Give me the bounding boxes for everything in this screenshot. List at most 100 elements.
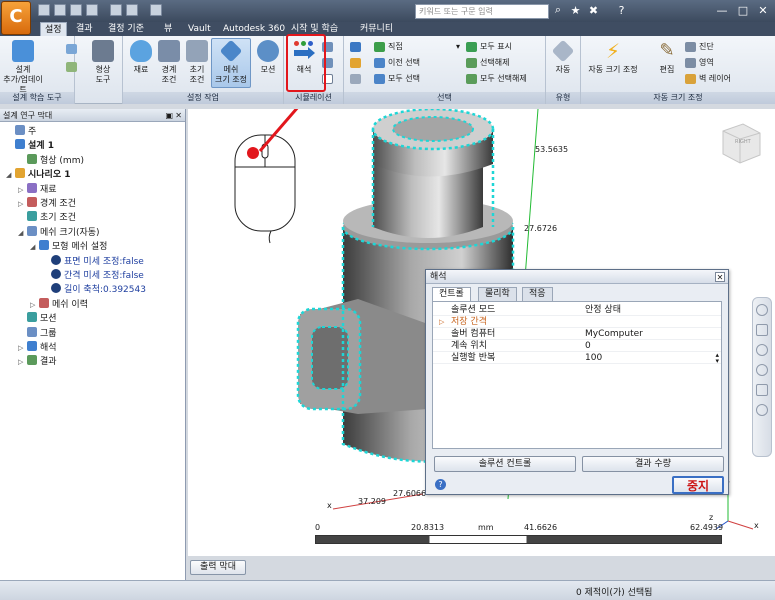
tab-view[interactable]: 뷰	[160, 22, 176, 36]
property-row[interactable]: 솔루션 모드 안정 상태	[433, 304, 721, 316]
region-button[interactable]: 영역	[685, 56, 714, 70]
add-update-design-button[interactable]: 설계 추가/업데이트	[3, 38, 43, 94]
open-file-icon[interactable]	[54, 4, 66, 16]
minimize-button[interactable]: —	[712, 2, 732, 19]
motion-button[interactable]: 모션	[254, 38, 282, 88]
help-icon[interactable]: ?	[435, 479, 446, 490]
wall-layer-button[interactable]: 벽 레이어	[685, 72, 731, 86]
tab-community[interactable]: 커뮤니티	[356, 22, 397, 36]
center-icon[interactable]	[756, 404, 768, 416]
tree-item[interactable]: 설계 1	[6, 139, 54, 153]
pin-icon[interactable]: ▣	[165, 109, 173, 122]
tab-vault[interactable]: Vault	[184, 22, 215, 36]
application-menu-button[interactable]: C	[1, 1, 31, 35]
expand-icon[interactable]: ▷	[439, 316, 444, 328]
mesh-sizing-button[interactable]: 메쉬 크기 조정	[211, 38, 251, 88]
tab-physics[interactable]: 물리학	[478, 287, 517, 301]
tab-results[interactable]: 결과	[72, 22, 97, 36]
auto-type-button[interactable]: 자동	[549, 38, 577, 88]
tree-item[interactable]: 그룹	[18, 326, 57, 341]
search-icon[interactable]: ⌕	[550, 3, 566, 19]
maximize-button[interactable]: □	[733, 2, 753, 19]
undo-icon[interactable]	[110, 4, 122, 16]
exchange-icon[interactable]: ✖	[586, 3, 601, 19]
zoom-icon[interactable]	[756, 344, 768, 356]
select-all-button[interactable]: 모두 선택	[374, 72, 420, 86]
property-row[interactable]: ▷ 저장 간격	[433, 316, 721, 328]
tree-item[interactable]: ▷ 경계 조건	[18, 197, 76, 211]
expand-toggle-icon[interactable]: ◢	[18, 226, 27, 240]
help-icon[interactable]: ?	[614, 3, 629, 19]
tab-decision-center[interactable]: 결정 기준	[104, 22, 148, 36]
save-icon[interactable]	[70, 4, 82, 16]
tree-node-icon	[51, 283, 61, 294]
tree-item[interactable]: ▷ 메쉬 이력	[30, 297, 88, 312]
highlight-box	[286, 34, 326, 92]
previous-select-button[interactable]: 이전 선택	[374, 56, 420, 70]
property-row[interactable]: 계속 위치 0	[433, 340, 721, 352]
add-design-icon	[12, 40, 34, 62]
solution-control-button[interactable]: 솔루션 컨트롤	[434, 456, 576, 472]
result-quantities-button[interactable]: 결과 수량	[582, 456, 724, 472]
expand-toggle-icon[interactable]: ▷	[18, 341, 27, 355]
edit-button[interactable]: ✎ 편집	[653, 38, 681, 88]
star-icon[interactable]: ★	[568, 3, 583, 19]
look-icon[interactable]	[756, 384, 768, 396]
property-row[interactable]: 솔버 컴퓨터 MyComputer	[433, 328, 721, 340]
expand-toggle-icon[interactable]: ▷	[18, 355, 27, 369]
tab-setup[interactable]: 설정	[40, 22, 67, 36]
tree-item[interactable]: 모션	[18, 312, 57, 326]
expand-toggle-icon[interactable]: ▷	[18, 183, 27, 197]
new-file-icon[interactable]	[38, 4, 50, 16]
spinner-icon[interactable]: ▴ ▾	[715, 352, 719, 365]
close-icon[interactable]: ✕	[175, 109, 182, 122]
stop-button[interactable]: 중지	[672, 476, 724, 494]
close-button[interactable]: ✕	[753, 2, 773, 19]
expand-toggle-icon[interactable]: ▷	[18, 197, 27, 211]
property-row[interactable]: 실행할 반복 100 ▴ ▾	[433, 352, 721, 365]
tree-item[interactable]: 초기 조건	[18, 211, 76, 225]
tree-item[interactable]: ◢ 모형 메쉬 설정	[30, 240, 107, 254]
materials-button[interactable]: 재료	[127, 38, 155, 88]
expand-toggle-icon[interactable]: ◢	[30, 240, 39, 254]
deselect-all-button[interactable]: 모두 선택해제	[466, 72, 527, 86]
boundary-conditions-button[interactable]: 경계 조건	[155, 38, 183, 88]
design-study-bar: 설계 연구 막대 ▣ ✕ 주 설계 1 형상 (mm) ◢ 시나리오 1 ▷ 재료 ▷ 경계 조…	[0, 109, 186, 580]
save-all-icon[interactable]	[86, 4, 98, 16]
tab-control[interactable]: 컨트롤	[432, 287, 471, 302]
geometry-tools-button[interactable]: 형상 도구	[89, 38, 117, 88]
tree-item[interactable]: 간격 미세 조정:false	[42, 269, 144, 283]
direct-select-dropdown[interactable]: 직접 ▾	[374, 40, 460, 54]
expand-toggle-icon[interactable]: ▷	[30, 298, 39, 312]
tree-item[interactable]: ▷ 재료	[18, 182, 57, 197]
steering-wheel-icon[interactable]	[756, 304, 768, 316]
tree-item-label: 표면 미세 조정:false	[64, 256, 144, 267]
pan-icon[interactable]	[756, 324, 768, 336]
diagnostics-button[interactable]: 진단	[685, 40, 714, 54]
deselect-button[interactable]: 선택해제	[466, 56, 509, 70]
tree-item[interactable]: 표면 미세 조정:false	[42, 254, 144, 269]
expand-toggle-icon[interactable]: ◢	[6, 168, 15, 182]
dialog-close-button[interactable]: ✕	[715, 272, 725, 282]
tree-item[interactable]: ▷ 해석	[18, 341, 57, 355]
tab-adaptation[interactable]: 적응	[522, 287, 553, 301]
initial-conditions-button[interactable]: 초기 조건	[183, 38, 211, 88]
auto-size-button[interactable]: ⚡ 자동 크기 조정	[583, 38, 643, 88]
panel-label: 시뮬레이션	[284, 92, 343, 104]
tab-autodesk-360[interactable]: Autodesk 360	[219, 22, 289, 36]
search-input[interactable]: 키워드 또는 구문 입력	[415, 4, 549, 19]
redo-icon[interactable]	[126, 4, 138, 16]
orbit-icon[interactable]	[756, 364, 768, 376]
layout-icon[interactable]	[150, 4, 162, 16]
output-bar-tab[interactable]: 출력 막대	[190, 560, 246, 575]
dimension-label: 53.5635	[535, 145, 569, 154]
tree-node-icon	[51, 254, 61, 265]
show-all-button[interactable]: 모두 표시	[466, 40, 512, 54]
tree-item[interactable]: ◢ 시나리오 1	[6, 168, 71, 182]
tree-item[interactable]: 길이 축척:0.392543	[42, 283, 146, 297]
tree-node-icon	[27, 182, 37, 193]
tree-item[interactable]: ▷ 결과	[18, 355, 57, 369]
tree-item[interactable]: 주	[6, 125, 36, 139]
tree-item[interactable]: 형상 (mm)	[18, 153, 84, 168]
tree-item[interactable]: ◢ 메쉬 크기(자동)	[18, 225, 100, 240]
